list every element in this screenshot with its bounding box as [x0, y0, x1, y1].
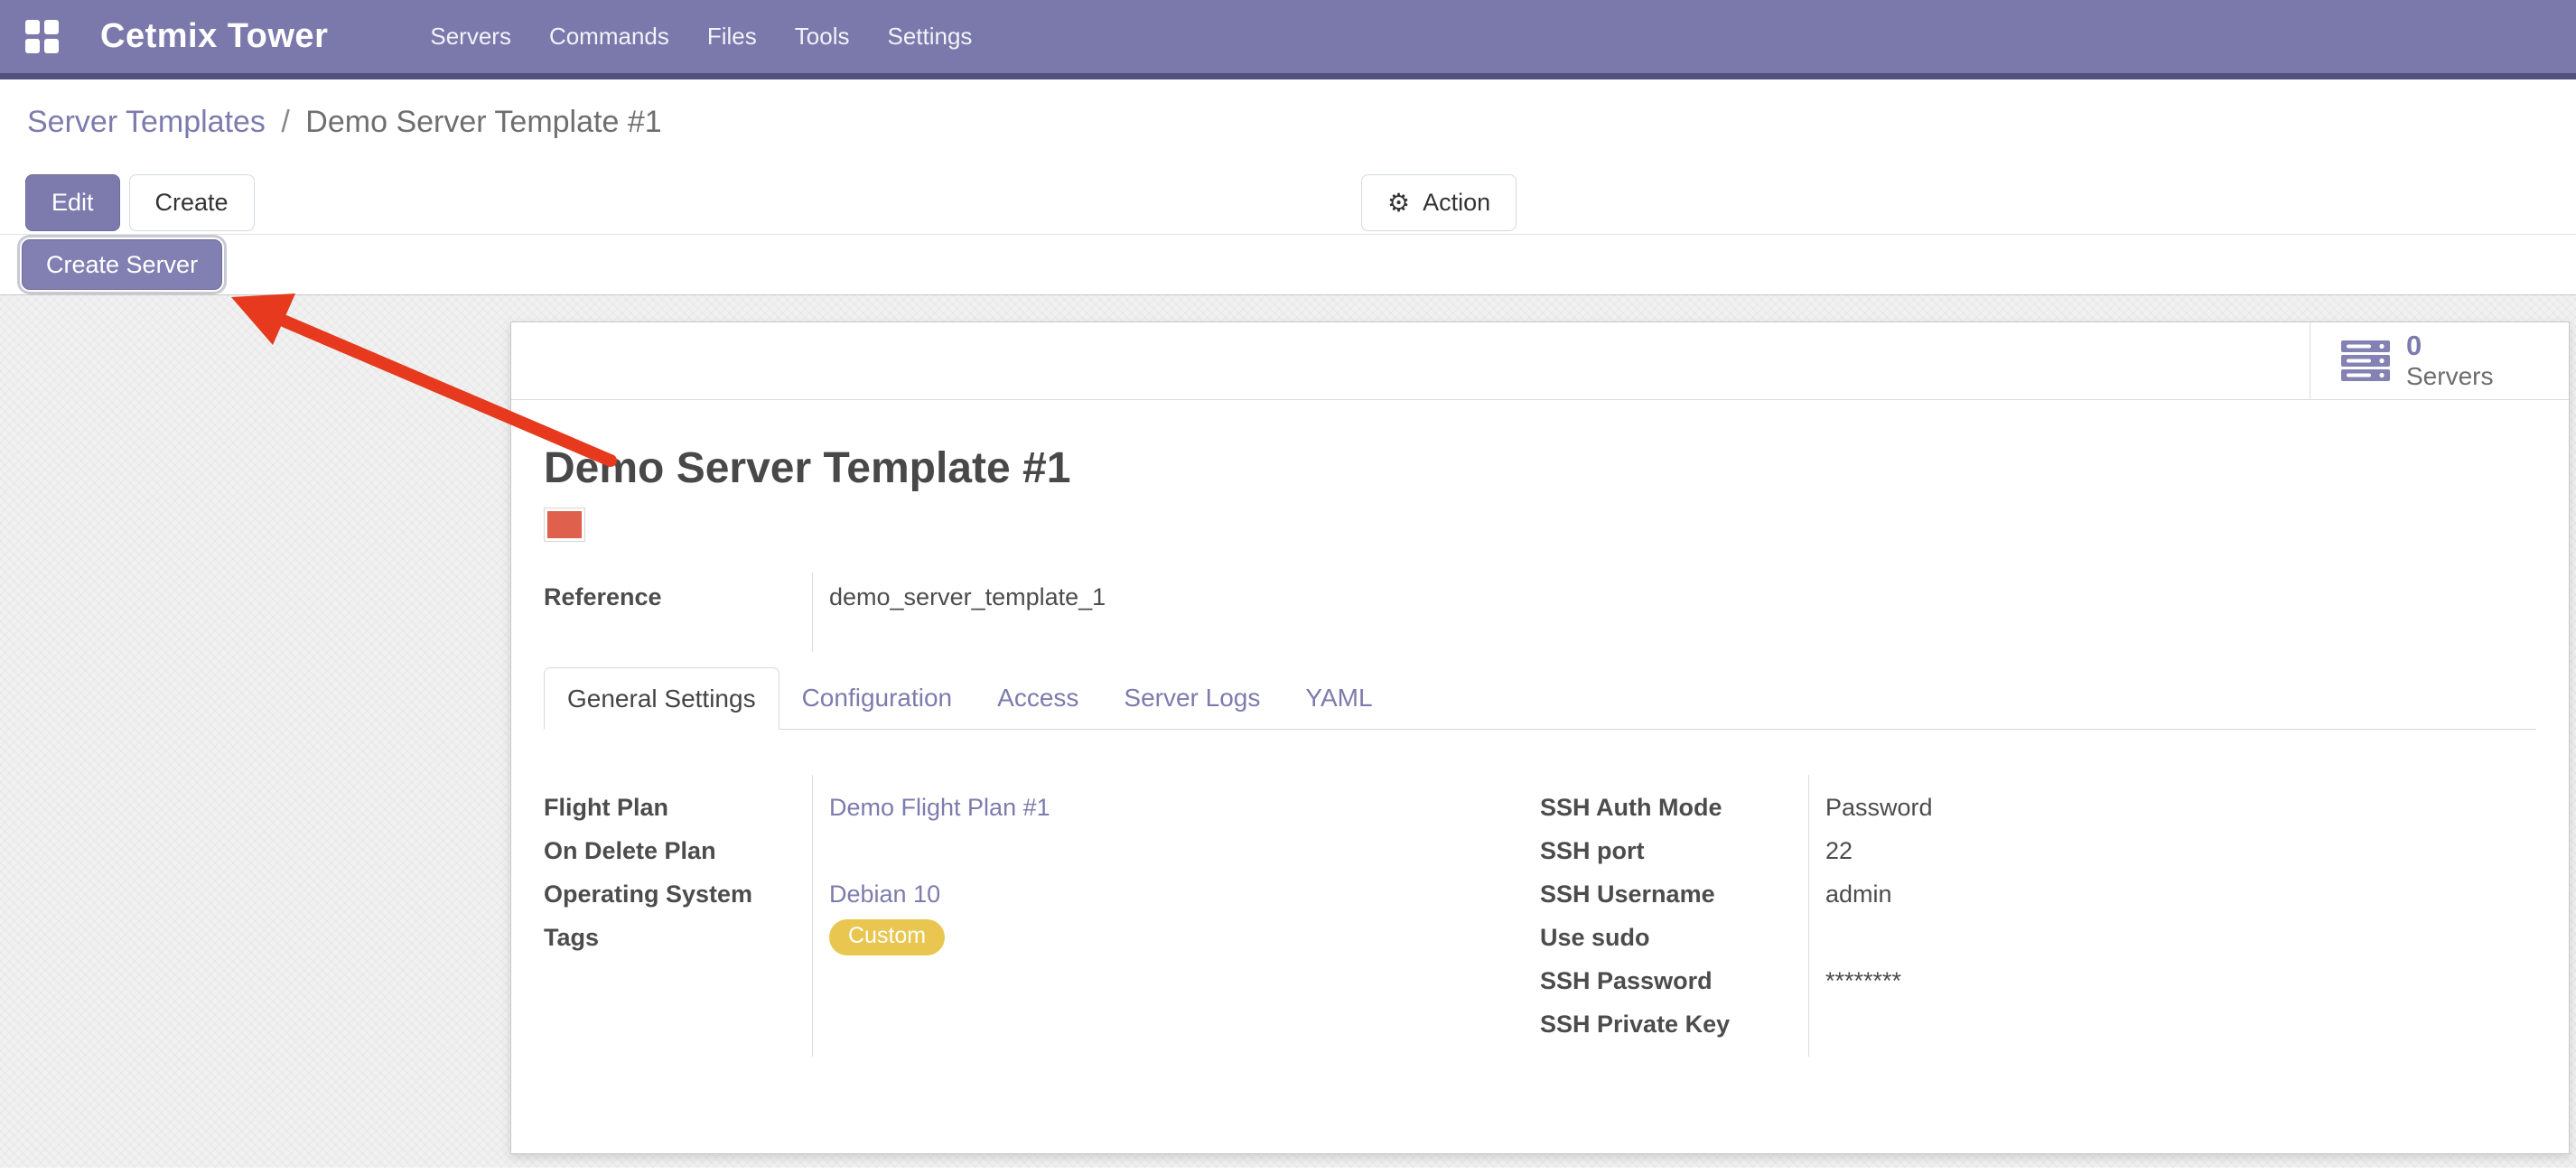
on-delete-plan-label: On Delete Plan: [544, 837, 812, 865]
ssh-private-key-label: SSH Private Key: [1540, 1011, 1808, 1039]
operating-system-label: Operating System: [544, 880, 812, 908]
reference-label: Reference: [544, 583, 812, 611]
ssh-auth-mode-value: Password: [1808, 794, 2536, 822]
app-brand[interactable]: Cetmix Tower: [100, 17, 328, 56]
reference-value: demo_server_template_1: [812, 583, 2536, 611]
tab-content-general-settings: Flight Plan Demo Flight Plan #1 On Delet…: [544, 786, 2536, 1046]
servers-label: Servers: [2406, 362, 2493, 390]
field-row-use-sudo: Use sudo: [1540, 916, 2536, 959]
ssh-username-value: admin: [1808, 880, 2536, 908]
tab-general-settings[interactable]: General Settings: [544, 667, 779, 730]
field-row-ssh-port: SSH port 22: [1540, 829, 2536, 872]
breadcrumb-parent-link[interactable]: Server Templates: [27, 105, 266, 139]
notebook-tabs: General Settings Configuration Access Se…: [544, 666, 2536, 730]
action-button-label: Action: [1423, 189, 1490, 217]
ssh-auth-mode-label: SSH Auth Mode: [1540, 794, 1808, 822]
tags-value: Custom: [812, 919, 1540, 956]
form-sheet: Demo Server Template #1 Reference demo_s…: [511, 400, 2569, 1046]
ssh-username-label: SSH Username: [1540, 880, 1808, 908]
ssh-port-label: SSH port: [1540, 837, 1808, 865]
tags-label: Tags: [544, 924, 812, 952]
edit-button[interactable]: Edit: [25, 174, 120, 231]
menu-item-tools[interactable]: Tools: [776, 0, 869, 73]
field-row-reference: Reference demo_server_template_1: [544, 578, 2536, 636]
create-server-button[interactable]: Create Server: [22, 239, 222, 290]
create-button[interactable]: Create: [129, 174, 255, 231]
servers-count: 0: [2406, 331, 2493, 362]
record-color-swatch: [544, 508, 585, 542]
tab-yaml[interactable]: YAML: [1283, 666, 1395, 729]
statusbar: Create Server: [0, 234, 2576, 295]
record-form-card: 0 Servers Demo Server Template #1 Refere…: [510, 321, 2570, 1154]
breadcrumb-separator: /: [274, 105, 296, 139]
apps-grid-icon[interactable]: [25, 20, 59, 53]
record-buttons: Edit Create: [25, 174, 255, 231]
server-stack-icon: [2341, 340, 2390, 382]
menu-item-settings[interactable]: Settings: [868, 0, 991, 73]
card-header: 0 Servers: [511, 322, 2569, 400]
use-sudo-label: Use sudo: [1540, 924, 1808, 952]
field-row-ssh-auth-mode: SSH Auth Mode Password: [1540, 786, 2536, 829]
field-row-operating-system: Operating System Debian 10: [544, 872, 1540, 916]
field-row-ssh-password: SSH Password ********: [1540, 959, 2536, 1002]
field-divider: [812, 775, 813, 1057]
breadcrumb: Server Templates / Demo Server Template …: [0, 79, 2576, 140]
field-row-flight-plan: Flight Plan Demo Flight Plan #1: [544, 786, 1540, 829]
gear-icon: ⚙: [1387, 188, 1410, 218]
ssh-password-value: ********: [1808, 967, 2536, 995]
tab-configuration[interactable]: Configuration: [779, 666, 975, 729]
ssh-port-value: 22: [1808, 837, 2536, 865]
field-divider: [1808, 775, 1809, 1057]
control-panel: Server Templates / Demo Server Template …: [0, 79, 2576, 234]
fields-group-left: Flight Plan Demo Flight Plan #1 On Delet…: [544, 786, 1540, 1046]
tab-access[interactable]: Access: [975, 666, 1101, 729]
field-divider: [812, 573, 813, 652]
tab-server-logs[interactable]: Server Logs: [1101, 666, 1283, 729]
fields-group-right: SSH Auth Mode Password SSH port 22 SSH U…: [1540, 786, 2536, 1046]
record-title: Demo Server Template #1: [544, 443, 2536, 493]
field-row-tags: Tags Custom: [544, 916, 1540, 959]
menu-item-commands[interactable]: Commands: [530, 0, 688, 73]
main-menu: Servers Commands Files Tools Settings: [411, 0, 991, 73]
menu-item-files[interactable]: Files: [688, 0, 776, 73]
flight-plan-value-link[interactable]: Demo Flight Plan #1: [812, 794, 1540, 822]
top-navbar: Cetmix Tower Servers Commands Files Tool…: [0, 0, 2576, 79]
servers-stat-text: 0 Servers: [2406, 331, 2493, 390]
field-row-ssh-private-key: SSH Private Key: [1540, 1002, 2536, 1046]
action-button[interactable]: ⚙ Action: [1361, 174, 1517, 231]
main-content-area: 0 Servers Demo Server Template #1 Refere…: [0, 295, 2576, 1168]
servers-stat-button[interactable]: 0 Servers: [2310, 322, 2569, 399]
operating-system-value-link[interactable]: Debian 10: [812, 880, 1540, 908]
field-row-ssh-username: SSH Username admin: [1540, 872, 2536, 916]
reference-group: Reference demo_server_template_1: [544, 578, 2536, 636]
ssh-password-label: SSH Password: [1540, 967, 1808, 995]
breadcrumb-current: Demo Server Template #1: [305, 105, 661, 139]
flight-plan-label: Flight Plan: [544, 794, 812, 822]
tag-badge-custom: Custom: [829, 919, 945, 956]
menu-item-servers[interactable]: Servers: [411, 0, 530, 73]
field-row-on-delete-plan: On Delete Plan: [544, 829, 1540, 872]
